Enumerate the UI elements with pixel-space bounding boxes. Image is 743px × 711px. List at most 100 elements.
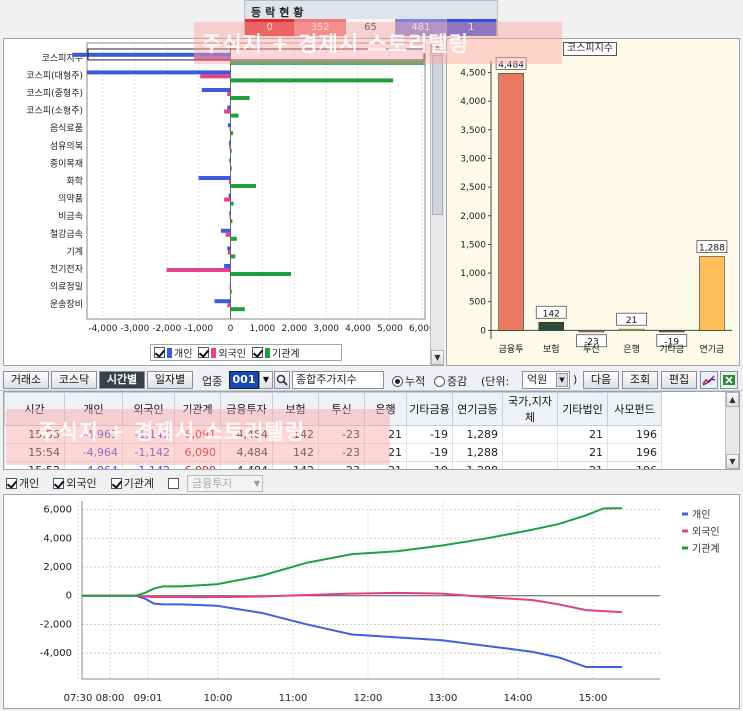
category-label: 의약품 [58,193,83,205]
category-label: 음식료품 [50,123,83,134]
table-cell: 1,289 [452,425,503,444]
column-header[interactable]: 기타금융 [406,392,453,426]
table-cell: 21 [557,425,608,444]
legend-label: 외국인 [218,349,247,360]
unit-select[interactable]: 억원 ▼ [522,371,570,389]
radio-checked-icon [392,375,403,387]
filter-label: 개인 [19,477,40,490]
y-tick-label: 2,500 [460,183,486,193]
scroll-thumb[interactable] [432,55,443,215]
table-cell: 196 [607,461,662,469]
tab-by-day[interactable]: 일자별 [147,371,193,389]
column-header[interactable]: 기타법인 [557,392,608,426]
unit-close: ) [573,373,578,386]
checkbox-icon[interactable] [53,477,65,489]
plot-area [86,42,426,320]
x-tick-label: -4,000 [88,324,117,334]
sector-bar-기관계 [230,307,245,312]
sector-scrollbar[interactable]: ▲ ▼ [430,39,444,365]
x-tick-label: 3,000 [313,324,339,334]
table-cell: 196 [607,425,662,444]
next-button[interactable]: 다음 [583,371,619,389]
sector-bar-기관계 [230,254,236,259]
tab-by-time[interactable]: 시간별 [99,371,145,389]
checkbox-icon[interactable] [154,347,165,358]
investor-bar [498,73,524,331]
sector-bar-외국인 [224,197,231,202]
x-tick-label: 1,000 [249,324,275,334]
checkbox-icon[interactable] [198,347,210,358]
sector-bar-기관계 [230,201,234,206]
filter-checkbox[interactable] [168,477,181,489]
column-header[interactable]: 연기금등 [452,392,503,426]
sector-bar-기관계 [230,184,256,188]
checkbox-icon[interactable] [110,477,122,489]
investor-bar [578,330,605,333]
scroll-down-arrow[interactable]: ▼ [431,350,444,365]
table-scroll-down-arrow[interactable]: ▼ [726,454,739,469]
unit-label: (단위: [481,375,510,388]
filter-dropdown[interactable]: 금융투자 ▼ [187,474,263,492]
filter-dropdown-value: 금융투자 [192,476,233,490]
column-header[interactable]: 사모펀드 [607,392,662,426]
sector-label: 업종 [202,375,223,388]
edit-button[interactable]: 편집 [661,371,697,389]
category-label: 종이목재 [50,158,83,169]
sector-bar-chart: -4,000 -3,000 -2,000 -1,000 0 1,000 2,000 3,000… [26,42,430,334]
x-tick-label: 09:01 [134,693,163,704]
sector-bar-외국인 [224,109,231,114]
sector-bar-외국인 [229,127,231,132]
y-tick-label: -2,000 [40,619,72,630]
legend-item-외국인[interactable]: 외국인 [198,345,246,360]
checkbox-icon[interactable] [252,347,264,358]
sector-bar-기관계 [230,78,394,83]
table-cell: 21 [557,443,608,462]
filter-checkbox[interactable]: 기관계 [110,475,154,491]
sector-bar-외국인 [229,162,231,167]
legend-item-기관계[interactable]: 기관계 [252,345,300,360]
mode-change-radio[interactable]: 증감 [434,373,467,389]
sector-code-input[interactable]: 001 [229,371,259,389]
x-tick-label: 5,000 [377,324,403,334]
filter-checkbox[interactable]: 외국인 [53,475,97,491]
sector-bar-기관계 [230,131,234,136]
line-chart-icon[interactable] [700,371,718,389]
sector-bar-외국인 [227,92,231,96]
mode-cumulative-radio[interactable]: 누적 [392,373,425,389]
category-label: 운송장비 [50,299,83,310]
checkbox-icon[interactable] [6,477,17,489]
legend-swatch [211,347,217,358]
category-label: 연기금 [699,344,724,355]
table-scroll-up-arrow[interactable]: ▲ [726,392,739,407]
y-tick-label: 0 [66,591,72,602]
filter-label: 기관계 [123,477,154,490]
filter-bar: 개인 외국인 기관계 금융투자 ▼ [0,472,743,494]
status-board-title: 등락현황 [251,6,308,19]
sector-bar-개인 [229,158,231,163]
query-button[interactable]: 조회 [622,371,658,389]
investor-bar-chart: 4,500 4,000 3,500 3,000 2,500 2,000 1,500 1,000… [460,56,732,355]
filter-checkbox[interactable]: 개인 [6,475,39,491]
investor-bar [658,330,685,333]
tab-kosdaq[interactable]: 코스닥 [51,371,97,389]
category-label: 투신 [583,344,600,355]
category-label: 보험 [543,344,560,355]
tab-exchange[interactable]: 거래소 [3,371,49,389]
table-cell [502,461,558,469]
investor-bar [699,256,725,331]
column-header[interactable]: 국가,지자체 [502,392,558,426]
checkbox-icon[interactable] [168,477,179,489]
x-tick-label: 0 [228,324,234,334]
table-scrollbar[interactable]: ▲ ▼ [725,392,739,469]
legend-item-개인[interactable]: 개인 [154,345,192,360]
category-label: 은행 [623,343,640,355]
excel-icon[interactable] [720,371,738,389]
sector-bar-기관계 [230,219,233,224]
table-cell: -19 [406,461,453,469]
category-label: 철강금속 [50,229,83,240]
table-cell: -19 [406,425,453,444]
search-icon[interactable] [274,371,290,389]
plot-area [82,501,660,679]
sector-dropdown-button[interactable]: ▼ [259,371,273,389]
category-label: 코스피(중형주) [26,88,83,99]
